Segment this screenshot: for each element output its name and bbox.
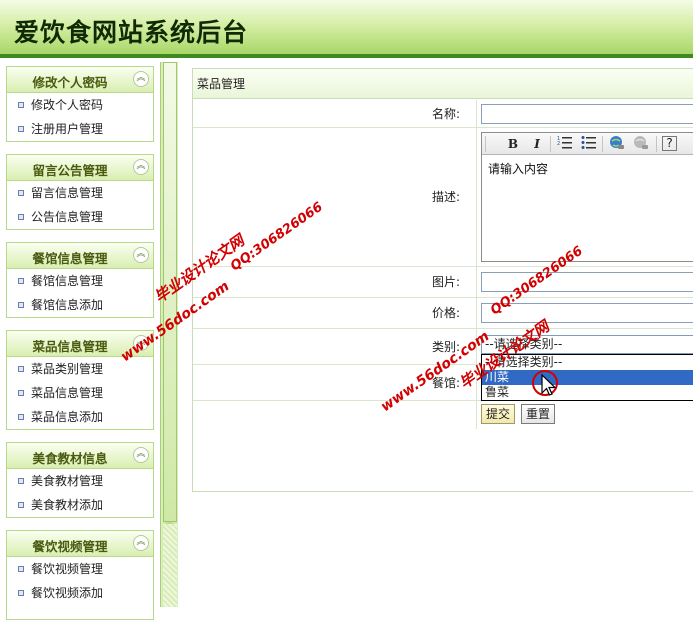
name-label: 名称: [193,100,477,127]
collapse-icon[interactable]: ︽ [133,159,149,175]
rich-text-editor[interactable]: B I 12 ? 请输入内容 [481,132,693,262]
menu-group-header[interactable]: 修改个人密码 ︽ [7,67,153,93]
menu-group-message: 留言公告管理 ︽ 留言信息管理 公告信息管理 [6,154,154,230]
collapse-icon[interactable]: ︽ [133,247,149,263]
sidebar-item-message-management[interactable]: 留言信息管理 [7,181,153,205]
app-title: 爱饮食网站系统后台 [14,18,249,47]
unordered-list-icon[interactable] [580,135,598,153]
splitter-track [163,524,177,607]
menu-group-header[interactable]: 美食教材信息 ︽ [7,443,153,469]
bullet-icon [18,126,24,132]
sidebar-item-notice-management[interactable]: 公告信息管理 [7,205,153,229]
sidebar: 修改个人密码 ︽ 修改个人密码 注册用户管理 留言公告管理 ︽ 留言信息管理 公… [0,62,160,620]
sidebar-item-video-management[interactable]: 餐饮视频管理 [7,557,153,581]
category-label: 类别: [193,329,477,364]
bullet-icon [18,566,24,572]
bullet-icon [18,214,24,220]
menu-group-title: 留言公告管理 [32,163,108,178]
bullet-icon [18,414,24,420]
bullet-icon [18,278,24,284]
form-row-price: 价格: [193,298,693,329]
menu-group-header[interactable]: 餐饮视频管理 ︽ [7,531,153,557]
category-option-selected[interactable]: 川菜 [482,370,693,385]
menu-group-title: 菜品信息管理 [32,339,108,354]
collapse-icon[interactable]: ︽ [133,535,149,551]
menu-group-restaurant: 餐馆信息管理 ︽ 餐馆信息管理 餐馆信息添加 [6,242,154,318]
form-row-image: 图片: [193,267,693,298]
sidebar-item-textbook-add[interactable]: 美食教材添加 [7,493,153,517]
menu-group-header[interactable]: 餐馆信息管理 ︽ [7,243,153,269]
menu-group-title: 餐饮视频管理 [32,539,108,554]
sidebar-item-user-management[interactable]: 注册用户管理 [7,117,153,141]
bullet-icon [18,366,24,372]
bullet-icon [18,478,24,484]
menu-group-password: 修改个人密码 ︽ 修改个人密码 注册用户管理 [6,66,154,142]
category-option[interactable]: 鲁菜 [482,385,693,400]
italic-button[interactable]: I [528,135,546,153]
bullet-icon [18,590,24,596]
sidebar-item-textbook-management[interactable]: 美食教材管理 [7,469,153,493]
collapse-icon[interactable]: ︽ [133,447,149,463]
ordered-list-icon[interactable]: 12 [556,135,574,153]
editor-content[interactable]: 请输入内容 [482,155,693,182]
reset-button[interactable]: 重置 [521,404,556,424]
menu-group-textbook: 美食教材信息 ︽ 美食教材管理 美食教材添加 [6,442,154,518]
remove-link-icon[interactable] [632,135,650,153]
panel-title: 菜品管理 [193,69,693,99]
editor-toolbar: B I 12 ? [482,133,693,155]
mouse-cursor-icon [532,370,558,396]
menu-group-title: 餐馆信息管理 [32,251,108,266]
bullet-icon [18,102,24,108]
sidebar-item-restaurant-add[interactable]: 餐馆信息添加 [7,293,153,317]
name-input[interactable] [481,104,693,124]
form-row-actions: 提交 重置 [193,401,693,429]
bullet-icon [18,302,24,308]
bullet-icon [18,502,24,508]
main-content: 菜品管理 名称: 描述: B I 12 ? 请输入内容 图片: 价格: 类别: … [178,62,693,607]
submit-button[interactable]: 提交 [481,404,516,424]
sidebar-item-restaurant-management[interactable]: 餐馆信息管理 [7,269,153,293]
price-label: 价格: [193,298,477,328]
menu-group-title: 美食教材信息 [32,451,108,466]
sidebar-item-dish-add[interactable]: 菜品信息添加 [7,405,153,429]
form-row-name: 名称: [193,100,693,128]
app-header: 爱饮食网站系统后台 [0,0,693,58]
bullet-icon [18,190,24,196]
sidebar-item-dish-management[interactable]: 菜品信息管理 [7,381,153,405]
help-icon[interactable]: ? [662,136,677,151]
bullet-icon [18,390,24,396]
sidebar-item-video-add[interactable]: 餐饮视频添加 [7,581,153,605]
dish-form-panel: 菜品管理 名称: 描述: B I 12 ? 请输入内容 图片: 价格: 类别: … [192,68,693,492]
collapse-icon[interactable]: ︽ [133,71,149,87]
bold-button[interactable]: B [504,135,522,153]
menu-group-header[interactable]: 留言公告管理 ︽ [7,155,153,181]
menu-group-title: 修改个人密码 [32,75,108,90]
svg-text:2: 2 [557,141,560,147]
insert-link-icon[interactable] [608,135,626,153]
sidebar-item-change-password[interactable]: 修改个人密码 [7,93,153,117]
